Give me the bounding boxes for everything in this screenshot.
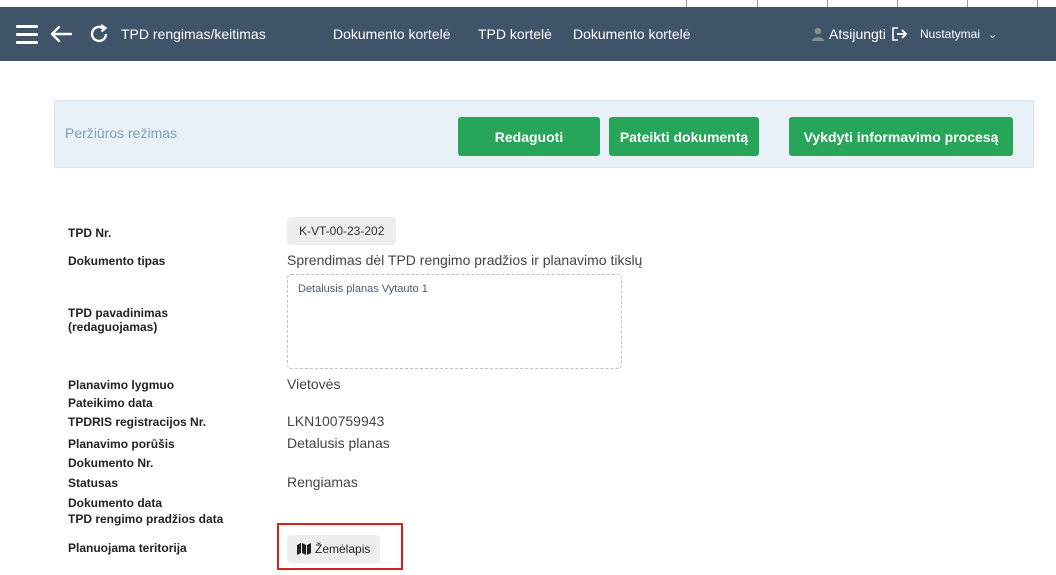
top-navbar: TPD rengimas/keitimas Dokumento kortelė …	[0, 7, 1056, 61]
hamburger-icon[interactable]	[14, 7, 40, 61]
doc-type-label: Dokumento tipas	[68, 254, 166, 268]
grid-line	[827, 0, 828, 7]
tpd-nr-value: K-VT-00-23-202	[287, 217, 397, 245]
tpd-name-label-line2: (redaguojamas)	[68, 320, 158, 334]
tpd-name-label: TPD pavadinimas (redaguojamas)	[68, 306, 168, 334]
submit-document-button[interactable]: Pateikti dokumentą	[609, 117, 759, 156]
tpd-name-label-line1: TPD pavadinimas	[68, 306, 169, 320]
grid-line	[897, 0, 898, 7]
user-icon	[812, 7, 824, 61]
map-button[interactable]: Žemėlapis	[287, 535, 381, 563]
doc-date-label: Dokumento data	[68, 496, 163, 510]
logout-label: Atsijungti	[829, 26, 886, 42]
mode-banner: Peržiūros režimas Redaguoti Pateikti dok…	[54, 100, 1034, 168]
tpdris-reg-value: LKN100759943	[287, 413, 385, 429]
refresh-icon[interactable]	[88, 7, 112, 61]
submission-date-label: Pateikimo data	[68, 396, 153, 410]
inform-process-button[interactable]: Vykdyti informavimo procesą	[789, 117, 1013, 156]
nav-title[interactable]: TPD rengimas/keitimas	[121, 7, 266, 61]
nav-link-tpd-card[interactable]: TPD kortelė	[478, 7, 552, 61]
status-value: Rengiamas	[287, 474, 358, 490]
map-button-label: Žemėlapis	[315, 542, 371, 556]
planning-kind-label: Planavimo porūšis	[68, 437, 175, 451]
logout-icon	[892, 27, 908, 41]
grid-line	[686, 0, 687, 7]
planning-level-label: Planavimo lygmuo	[68, 378, 175, 392]
nav-link-document-card-2[interactable]: Dokumento kortelė	[573, 7, 691, 61]
territory-label: Planuojama teritorija	[68, 541, 187, 555]
settings-label: Nustatymai	[920, 27, 981, 41]
map-icon	[297, 543, 311, 555]
planning-kind-value: Detalusis planas	[287, 435, 390, 451]
logout-button[interactable]: Atsijungti	[829, 7, 908, 61]
tpd-name-textarea[interactable]: Detalusis planas Vytauto 1	[287, 274, 622, 369]
tpdris-reg-label: TPDRIS registracijos Nr.	[68, 415, 207, 429]
start-date-label: TPD rengimo pradžios data	[68, 512, 224, 526]
nav-link-document-card[interactable]: Dokumento kortelė	[333, 7, 451, 61]
grid-line	[757, 0, 758, 7]
doc-nr-label: Dokumento Nr.	[68, 456, 154, 470]
tpd-nr-label: TPD Nr.	[68, 226, 112, 240]
planning-level-value: Vietovės	[287, 376, 341, 392]
chevron-down-icon: ⌄	[988, 28, 998, 41]
background-grid-strip	[0, 0, 1056, 7]
settings-dropdown[interactable]: Nustatymai ⌄	[920, 7, 997, 61]
edit-button[interactable]: Redaguoti	[458, 117, 600, 156]
grid-line	[1037, 0, 1038, 7]
back-arrow-icon[interactable]	[50, 7, 74, 61]
view-mode-label: Peržiūros režimas	[65, 125, 178, 141]
doc-type-value: Sprendimas dėl TPD rengimo pradžios ir p…	[287, 252, 643, 268]
grid-line	[967, 0, 968, 7]
status-label: Statusas	[68, 476, 119, 490]
